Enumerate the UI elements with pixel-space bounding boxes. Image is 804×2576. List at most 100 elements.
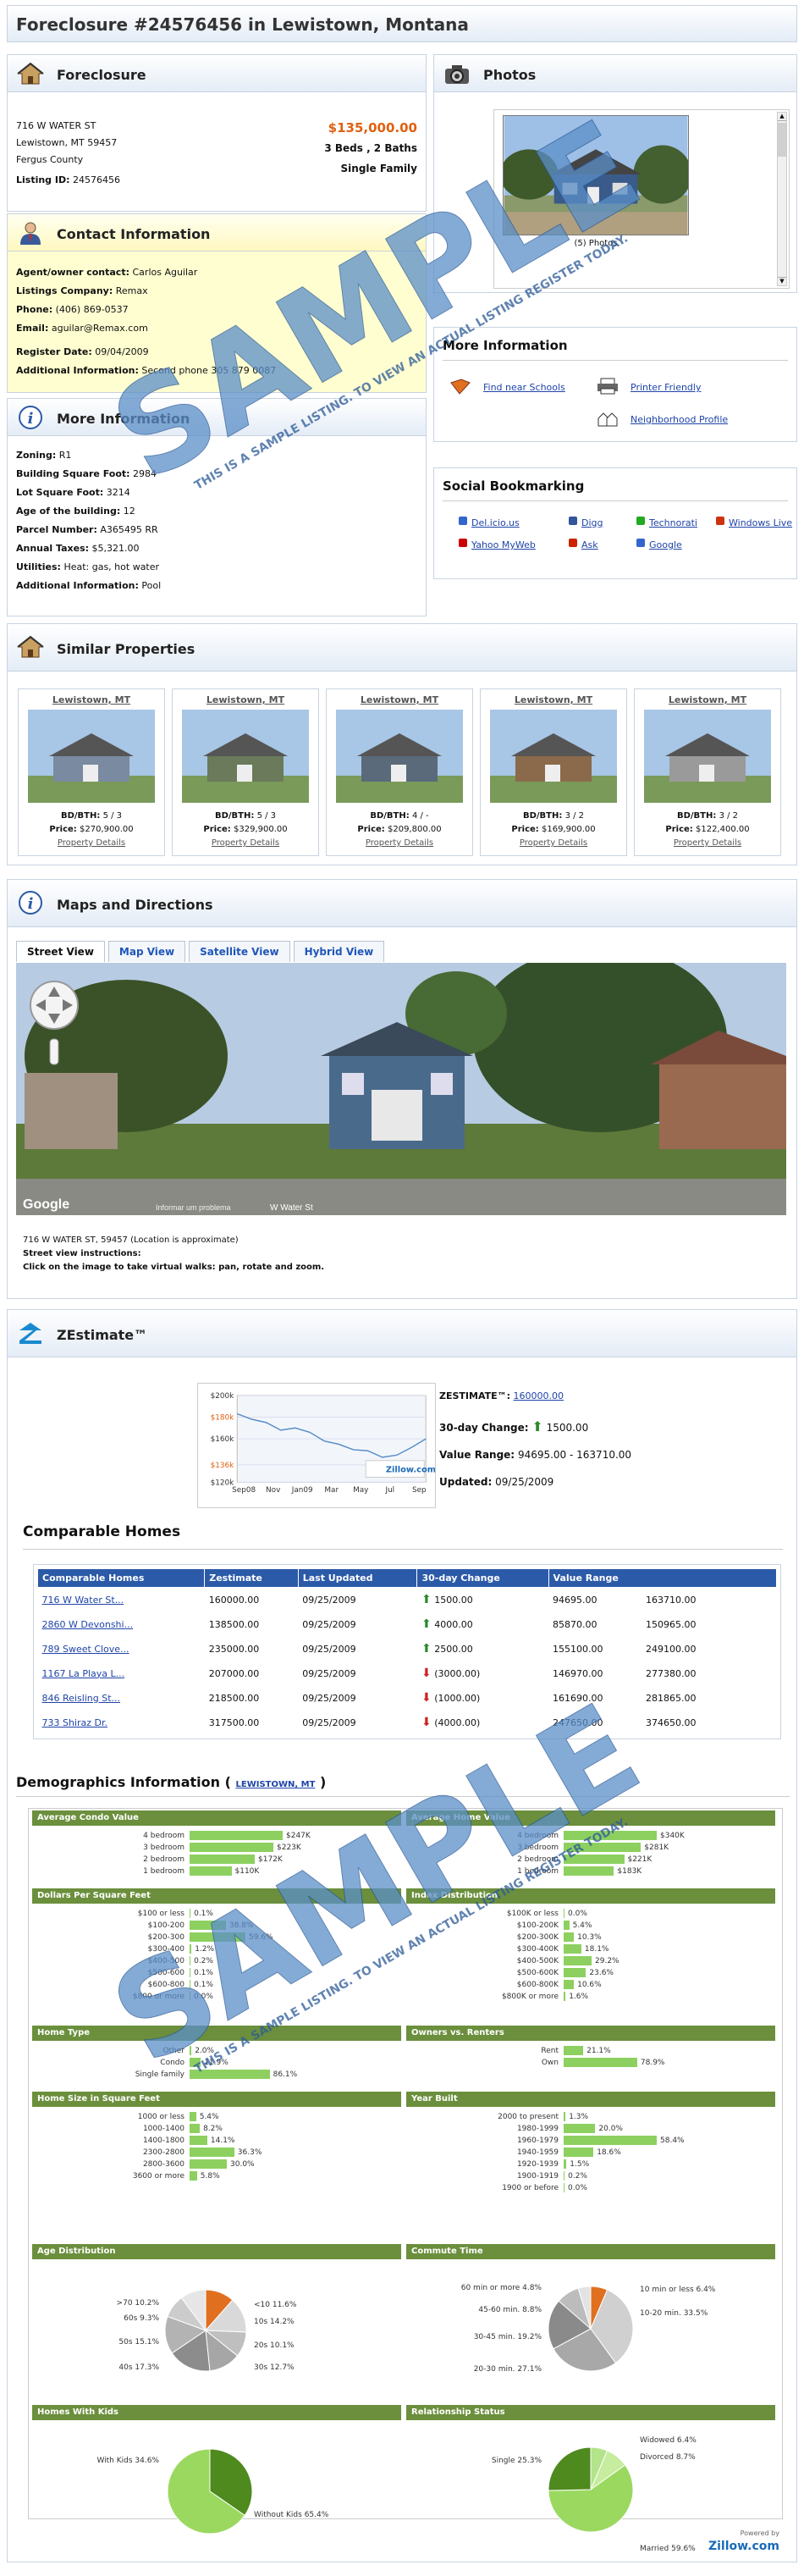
similar-city[interactable]: Lewistown, MT: [635, 694, 780, 705]
tab-street-view[interactable]: Street View: [16, 941, 105, 962]
comparable-updated: 09/25/2009: [298, 1636, 417, 1661]
detail-row: Lot Square Foot: 3214: [16, 484, 419, 502]
person-icon: [20, 222, 41, 245]
contact-heading: Contact Information: [57, 226, 211, 242]
zestimate-value[interactable]: 160000.00: [514, 1390, 564, 1401]
pie-slice: [548, 2446, 592, 2491]
comparable-range-high: 281865.00: [646, 1692, 697, 1704]
demo-row-label: 1980-1999: [516, 2125, 559, 2133]
contact-key: Register Date:: [16, 346, 92, 357]
similar-card[interactable]: Lewistown, MT BD/BTH: 5 / 3 Price: $270,90…: [18, 688, 165, 856]
comparable-range-high: 163710.00: [646, 1594, 697, 1606]
property-details-link[interactable]: Property Details: [481, 837, 626, 850]
down-arrow-icon: ⬇: [421, 1667, 432, 1680]
similar-card[interactable]: Lewistown, MT BD/BTH: 3 / 2 Price: $122,40…: [634, 688, 781, 856]
main-photo[interactable]: [503, 115, 689, 235]
tab-hybrid-view[interactable]: Hybrid View: [293, 941, 385, 962]
demo-row-label: 1400-1800: [142, 2137, 184, 2145]
up-arrow-icon: ⬆: [421, 1642, 432, 1656]
similar-city[interactable]: Lewistown, MT: [173, 694, 318, 705]
pie-label: Divorced 8.7%: [640, 2453, 696, 2462]
bookmark-link[interactable]: Technorati: [649, 517, 697, 528]
foreclosure-panel: Foreclosure 716 W WATER ST Lewistown, MT…: [7, 54, 427, 212]
range-label: Value Range:: [439, 1449, 515, 1461]
similar-card[interactable]: Lewistown, MT BD/BTH: 3 / 2 Price: $169,90…: [480, 688, 627, 856]
demo-bar: [564, 2148, 594, 2157]
find-schools-link[interactable]: Find near Schools: [483, 382, 565, 393]
change-label: 30-day Change:: [439, 1422, 529, 1434]
similar-photo[interactable]: [182, 710, 309, 803]
contact-value: Carlos Aguilar: [132, 267, 198, 278]
bookmark-link[interactable]: Google: [649, 539, 682, 550]
page-title: Foreclosure #24576456 in Lewistown, Mont…: [16, 14, 469, 35]
tab-satellite-view[interactable]: Satellite View: [189, 941, 290, 962]
demo-row-label: 2000 to present: [498, 2113, 559, 2121]
bookmark-link[interactable]: Digg: [581, 517, 603, 528]
photo-scrollbar[interactable]: ▲ ▼: [777, 112, 787, 286]
bookmark-icon: [636, 539, 645, 547]
comparable-col-header: Zestimate: [204, 1568, 299, 1588]
demo-row-label: $200-300: [147, 1933, 184, 1942]
comparable-zestimate: 218500.00: [204, 1685, 299, 1711]
similar-photo[interactable]: [336, 710, 463, 803]
similar-price: $122,400.00: [695, 825, 750, 834]
contact-value: 09/04/2009: [95, 346, 149, 357]
demo-row-value: 29.2%: [595, 1957, 620, 1965]
maps-panel: i Maps and Directions Street View Map View…: [7, 879, 797, 1299]
printer-friendly-link[interactable]: Printer Friendly: [631, 382, 701, 393]
bookmark-link[interactable]: Ask: [581, 539, 598, 550]
more-info-heading: More Information: [57, 411, 190, 427]
table-row: 789 Sweet Clove... 235000.00 09/25/2009 ⬆ 2…: [37, 1636, 777, 1661]
kids-pie-chart: With Kids 34.6% Without Kids 65.4%: [96, 2448, 329, 2535]
info-icon: i: [19, 406, 42, 429]
bookmark-icon: [459, 517, 467, 525]
demo-row-value: 20.0%: [598, 2125, 623, 2133]
detail-row: Parcel Number: A365495 RR: [16, 521, 419, 539]
comparable-name-link[interactable]: 846 Reisling St...: [37, 1685, 205, 1711]
tab-map-view[interactable]: Map View: [107, 941, 186, 962]
camera-icon: [445, 65, 469, 84]
comparable-name-link[interactable]: 1167 La Playa L...: [37, 1661, 205, 1686]
chart-ytick: $160k: [211, 1435, 235, 1444]
similar-card[interactable]: Lewistown, MT BD/BTH: 5 / 3 Price: $329,90…: [172, 688, 319, 856]
comparable-change-value: (4000.00): [434, 1717, 481, 1728]
demo-bar: [564, 1956, 592, 1965]
bookmark-link[interactable]: Windows Live: [729, 517, 792, 528]
demo-row-value: 0.1%: [194, 1910, 213, 1918]
bd-value: 5 / 3: [102, 811, 123, 821]
comparable-col-header: Value Range: [548, 1568, 778, 1588]
report-problem-link[interactable]: Informar um problema: [156, 1203, 231, 1212]
pie-label: 60 min or more 4.8%: [461, 2284, 542, 2292]
similar-city[interactable]: Lewistown, MT: [19, 694, 164, 705]
similar-photo[interactable]: [644, 710, 771, 803]
comparable-name-link[interactable]: 733 Shiraz Dr.: [37, 1710, 205, 1735]
similar-city[interactable]: Lewistown, MT: [327, 694, 472, 705]
similar-photo[interactable]: [28, 710, 155, 803]
bookmark-link[interactable]: Del.icio.us: [471, 517, 520, 528]
book-icon: [450, 379, 471, 395]
demo-row-label: $200-300K: [516, 1933, 559, 1942]
price-label: Price:: [511, 825, 539, 834]
bookmark-link[interactable]: Yahoo MyWeb: [471, 539, 536, 550]
property-details-link[interactable]: Property Details: [635, 837, 780, 850]
property-details-link[interactable]: Property Details: [327, 837, 472, 850]
comparable-name-link[interactable]: 2860 W Devonshi...: [37, 1611, 205, 1637]
photo-scroller[interactable]: (5) Photos ▲ ▼: [493, 109, 790, 289]
pie-label: Widowed 6.4%: [640, 2436, 697, 2445]
social-panel: Social Bookmarking Del.icio.us Digg Techno…: [433, 467, 797, 579]
commute-header: Commute Time: [406, 2244, 775, 2259]
similar-photo[interactable]: [490, 710, 617, 803]
similar-city[interactable]: Lewistown, MT: [481, 694, 626, 705]
demographics-city-link[interactable]: LEWISTOWN, MT: [235, 1780, 315, 1789]
comparable-name-link[interactable]: 716 W Water St...: [37, 1587, 205, 1612]
similar-price: $209,800.00: [387, 825, 442, 834]
contact-row: Phone: (406) 869-0537: [16, 301, 419, 319]
property-details-link[interactable]: Property Details: [19, 837, 164, 850]
comparable-updated: 09/25/2009: [298, 1611, 417, 1637]
comparable-name-link[interactable]: 789 Sweet Clove...: [37, 1636, 205, 1661]
street-view-image[interactable]: Google Informar um problema W Water St: [16, 963, 786, 1215]
contact-key: Agent/owner contact:: [16, 267, 129, 278]
neighborhood-profile-link[interactable]: Neighborhood Profile: [631, 414, 728, 425]
similar-card[interactable]: Lewistown, MT BD/BTH: 4 / - Price: $209,80…: [326, 688, 473, 856]
property-details-link[interactable]: Property Details: [173, 837, 318, 850]
